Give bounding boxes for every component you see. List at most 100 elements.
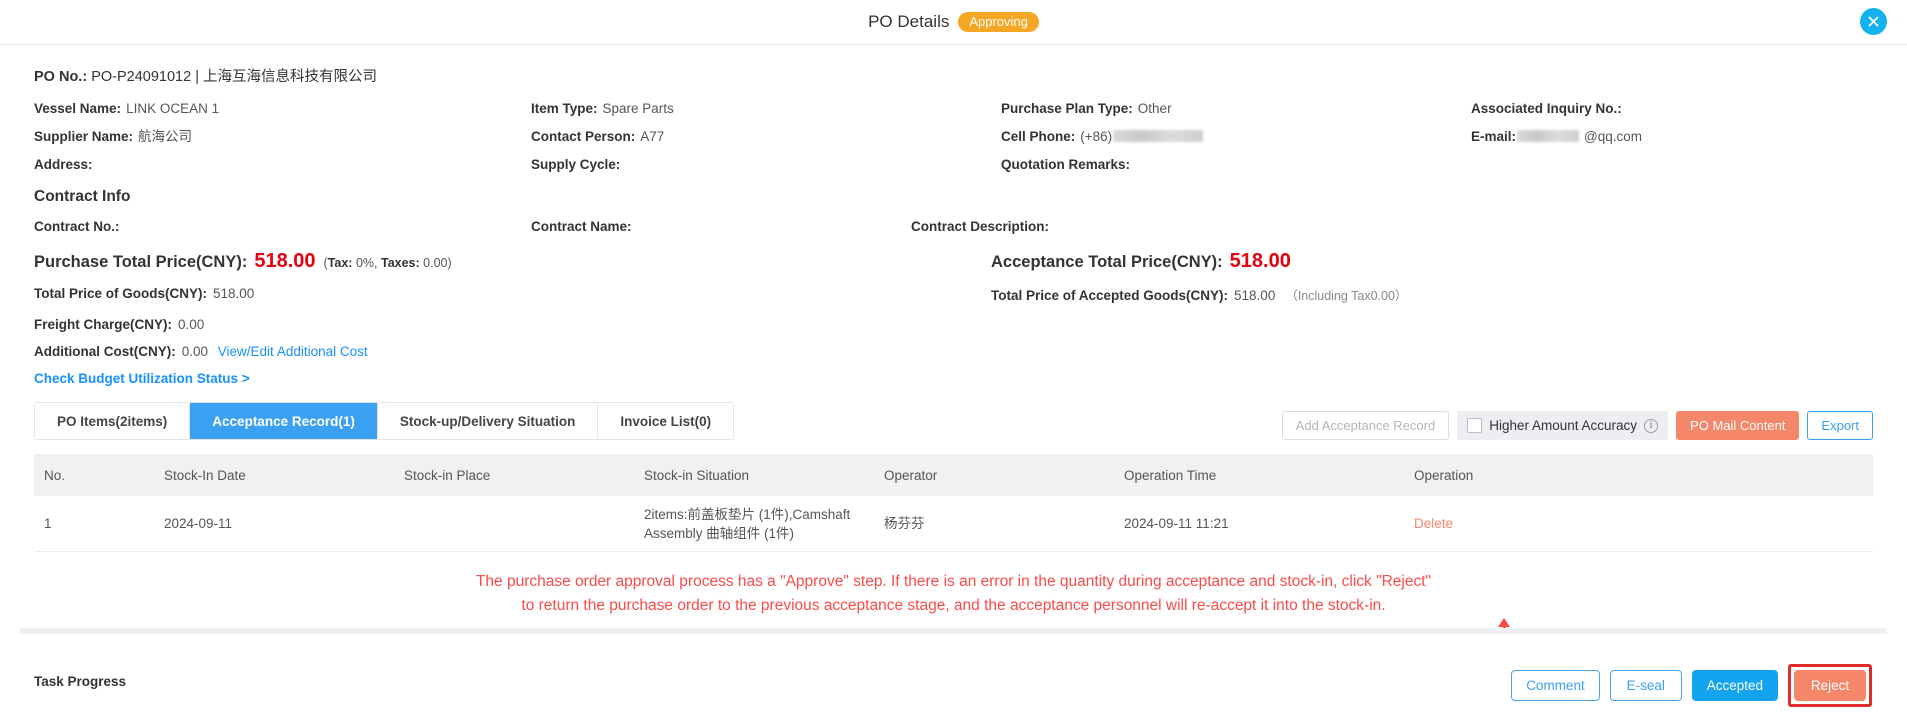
accepted-button[interactable]: Accepted xyxy=(1691,670,1778,701)
redacted-phone xyxy=(1113,130,1204,142)
cell-stock-in-date: 2024-09-11 xyxy=(164,516,233,531)
footer-buttons: Comment E-seal Accepted Reject xyxy=(1511,664,1872,707)
field-value: Spare Parts xyxy=(602,101,674,116)
goods-value: 518.00 xyxy=(213,286,255,301)
field-label: Item Type: xyxy=(531,101,598,116)
export-button[interactable]: Export xyxy=(1807,411,1873,440)
additional-cost-row: Additional Cost(CNY): 0.00 View/Edit Addi… xyxy=(34,344,1873,359)
field-label: Supply Cycle: xyxy=(531,157,621,172)
po-info-grid: Vessel Name: LINK OCEAN 1 Item Type: Spare… xyxy=(34,100,1873,174)
field-supplier-name: Supplier Name: 航海公司 xyxy=(34,128,531,146)
tab-acceptance-record[interactable]: Acceptance Record(1) xyxy=(190,403,378,439)
field-label: Quotation Remarks: xyxy=(1001,157,1131,172)
modal-footer: Task Progress Comment E-seal Accepted Re… xyxy=(0,634,1907,718)
field-quotation-remarks: Quotation Remarks: xyxy=(1001,156,1471,174)
tab-actions: Add Acceptance Record Higher Amount Accu… xyxy=(1281,411,1873,440)
tabs-bar: PO Items(2items) Acceptance Record(1) St… xyxy=(34,402,1873,440)
accepted-goods-tax: （Including Tax0.00） xyxy=(1285,289,1408,303)
field-label: Supplier Name: xyxy=(34,129,134,144)
table-header-row: No. Stock-In Date Stock-in Place Stock-i… xyxy=(34,454,1873,496)
taxes-value: 0.00 xyxy=(423,256,448,270)
goods-price-row: Total Price of Goods(CNY): 518.00 Total P… xyxy=(34,285,1873,305)
field-value: Other xyxy=(1137,101,1172,116)
column-header-operation: Operation xyxy=(1414,467,1474,483)
tab-invoice-list[interactable]: Invoice List(0) xyxy=(598,403,734,439)
field-contract-no: Contract No.: xyxy=(34,218,531,236)
view-edit-additional-cost-link[interactable]: View/Edit Additional Cost xyxy=(218,344,368,359)
tabs: PO Items(2items) Acceptance Record(1) St… xyxy=(34,402,735,440)
field-label: Address: xyxy=(34,157,93,172)
field-label: E-mail: xyxy=(1471,129,1517,144)
reject-button-highlight: Reject xyxy=(1788,664,1872,707)
taxes-label: Taxes: xyxy=(380,256,420,270)
add-acceptance-record-button[interactable]: Add Acceptance Record xyxy=(1281,411,1450,440)
field-value: LINK OCEAN 1 xyxy=(126,101,220,116)
tab-po-items[interactable]: PO Items(2items) xyxy=(35,403,191,439)
annotation-line-1: The purchase order approval process has … xyxy=(475,573,1432,590)
page-title: PO Details Approving xyxy=(868,12,1039,32)
purchase-total-value: 518.00 xyxy=(254,250,316,272)
po-number-value: PO-P24091012 | 上海互海信息科技有限公司 xyxy=(91,69,377,85)
accepted-goods-value: 518.00 xyxy=(1234,288,1276,303)
additional-value: 0.00 xyxy=(181,344,209,359)
comment-button[interactable]: Comment xyxy=(1511,670,1600,701)
acceptance-record-table: No. Stock-In Date Stock-in Place Stock-i… xyxy=(34,454,1873,552)
task-progress-label: Task Progress xyxy=(34,674,127,689)
column-header-stock-in-situation: Stock-in Situation xyxy=(644,467,750,483)
cell-operator: 杨芬芬 xyxy=(884,516,925,531)
freight-value: 0.00 xyxy=(178,317,205,332)
field-contact-person: Contact Person: A77 xyxy=(531,128,1001,146)
field-supply-cycle: Supply Cycle: xyxy=(531,156,1001,174)
field-label: Associated Inquiry No.: xyxy=(1471,101,1622,116)
po-number-label: PO No.: xyxy=(34,69,88,85)
accepted-goods-label: Total Price of Accepted Goods(CNY): xyxy=(991,288,1229,303)
additional-label: Additional Cost(CNY): xyxy=(34,344,176,359)
purchase-total-price: Purchase Total Price(CNY): 518.00 (Tax: 0%… xyxy=(34,250,991,273)
freight-label: Freight Charge(CNY): xyxy=(34,317,172,332)
tab-stockup-delivery-situation[interactable]: Stock-up/Delivery Situation xyxy=(377,403,599,439)
reject-button[interactable]: Reject xyxy=(1794,670,1866,701)
cell-stock-in-situation: 2items:前盖板垫片 (1件),Camshaft Assembly 曲轴组件… xyxy=(644,506,851,541)
annotation-line-2: to return the purchase order to the prev… xyxy=(521,597,1386,614)
higher-amount-accuracy-toggle[interactable]: Higher Amount Accuracy i xyxy=(1457,411,1669,440)
column-header-stock-in-place: Stock-in Place xyxy=(404,467,491,483)
field-contract-description: Contract Description: xyxy=(911,218,1873,236)
po-number-line: PO No.: PO-P24091012 | 上海互海信息科技有限公司 xyxy=(34,45,1873,86)
column-header-no: No. xyxy=(44,467,66,483)
budget-utilization-row: Check Budget Utilization Status > xyxy=(34,371,1873,386)
total-price-row: Purchase Total Price(CNY): 518.00 (Tax: 0%… xyxy=(34,250,1873,273)
column-header-operator: Operator xyxy=(884,467,938,483)
field-item-type: Item Type: Spare Parts xyxy=(531,100,1001,118)
field-cell-phone: Cell Phone: (+86) xyxy=(1001,128,1471,146)
field-label: Contract Description: xyxy=(911,219,1050,234)
field-associated-inquiry-no: Associated Inquiry No.: xyxy=(1471,100,1873,118)
field-email: E-mail: @qq.com xyxy=(1471,128,1873,146)
cell-no: 1 xyxy=(44,516,52,531)
field-vessel-name: Vessel Name: LINK OCEAN 1 xyxy=(34,100,531,118)
field-value: (+86) xyxy=(1080,129,1113,144)
field-label: Vessel Name: xyxy=(34,101,122,116)
tax-label: Tax: xyxy=(327,256,353,270)
contract-grid: Contract No.: Contract Name: Contract De… xyxy=(34,218,1873,236)
purchase-total-label: Purchase Total Price(CNY): xyxy=(34,253,248,271)
field-value: @qq.com xyxy=(1584,129,1642,144)
eseal-button[interactable]: E-seal xyxy=(1609,670,1682,701)
column-header-operation-time: Operation Time xyxy=(1124,467,1217,483)
info-icon[interactable]: i xyxy=(1644,418,1659,433)
field-label: Purchase Plan Type: xyxy=(1001,101,1133,116)
acceptance-total-value: 518.00 xyxy=(1229,250,1291,272)
acceptance-total-price: Acceptance Total Price(CNY): 518.00 xyxy=(991,250,1873,273)
higher-amount-accuracy-checkbox[interactable] xyxy=(1467,418,1483,433)
delete-link[interactable]: Delete xyxy=(1404,514,1873,533)
field-purchase-plan-type: Purchase Plan Type: Other xyxy=(1001,100,1471,118)
field-value: A77 xyxy=(640,129,665,144)
total-price-of-goods: Total Price of Goods(CNY): 518.00 xyxy=(34,285,991,305)
po-mail-content-button[interactable]: PO Mail Content xyxy=(1676,411,1800,440)
check-budget-utilization-link[interactable]: Check Budget Utilization Status > xyxy=(34,371,250,386)
po-details-modal: PO Details Approving PO No.: PO-P2409101… xyxy=(0,0,1907,718)
table-row: 1 2024-09-11 2items:前盖板垫片 (1件),Camshaft … xyxy=(34,496,1873,552)
field-label: Contract Name: xyxy=(531,219,632,234)
close-icon[interactable] xyxy=(1860,8,1887,35)
field-label: Cell Phone: xyxy=(1001,129,1076,144)
tax-value: 0%, xyxy=(355,256,378,270)
